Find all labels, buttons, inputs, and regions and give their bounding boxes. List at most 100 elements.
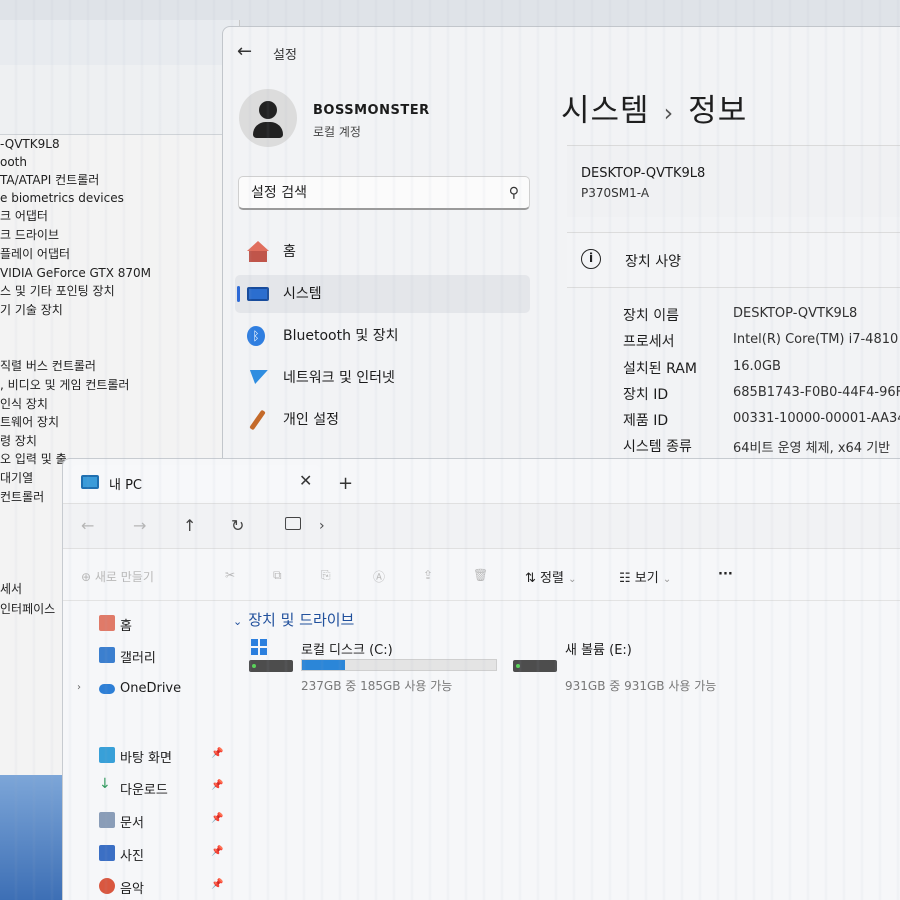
explorer-nav-onedrive[interactable]: › OneDrive	[63, 675, 223, 705]
device-tree-item[interactable]: 스 및 기타 포인팅 장치	[0, 282, 235, 300]
spec-label: 시스템 종류	[623, 439, 692, 455]
spec-value: Intel(R) Core(TM) i7-4810	[733, 332, 899, 347]
explorer-nav-home[interactable]: 홈	[63, 609, 223, 639]
view-button[interactable]: ☷ 보기 ⌄	[619, 567, 671, 586]
device-tree-item[interactable]	[0, 320, 235, 338]
back-icon[interactable]: ←	[81, 516, 94, 535]
documents-icon	[99, 812, 115, 828]
breadcrumb-current: 정보	[688, 93, 748, 129]
nav-label: 문서	[120, 816, 144, 831]
chevron-right-icon[interactable]: ›	[77, 682, 81, 693]
explorer-nav-documents[interactable]: 문서 📌	[63, 806, 223, 836]
device-tree-item[interactable]: e biometrics devices	[0, 189, 235, 207]
device-model: P370SM1-A	[581, 186, 650, 200]
device-specs-header[interactable]: i 장치 사양	[567, 232, 900, 288]
drive-free-space: 931GB 중 931GB 사용 가능	[565, 679, 717, 693]
command-bar: ⊕ 새로 만들기 ✂ ⧉ ⎘ Ⓐ ⇪ 🗑 ⇅ 정렬 ⌄ ☷ 보기 ⌄ ···	[63, 551, 900, 601]
device-tree-item[interactable]: 직렬 버스 컨트롤러	[0, 357, 235, 375]
windows-logo-icon	[251, 639, 267, 655]
spec-label: 프로세서	[623, 334, 675, 350]
settings-nav-network[interactable]: 네트워크 및 인터넷	[235, 359, 530, 397]
settings-search-input[interactable]: 설정 검색 ⚲	[238, 176, 530, 210]
nav-label: 개인 설정	[283, 412, 339, 428]
device-tree-item[interactable]: VIDIA GeForce GTX 870M	[0, 264, 235, 282]
device-tree-item[interactable]: 인식 장치	[0, 395, 235, 413]
nav-label: OneDrive	[120, 681, 182, 696]
nav-label: 홈	[283, 244, 296, 260]
nav-label: 네트워크 및 인터넷	[283, 370, 395, 386]
sort-label: 정렬	[540, 571, 564, 586]
device-tree-item[interactable]: 령 장치	[0, 432, 235, 450]
device-tree-item[interactable]: 플레이 어댑터	[0, 245, 235, 263]
drive-e[interactable]: 새 볼륨 (E:) 931GB 중 931GB 사용 가능	[513, 637, 763, 697]
spec-value: 64비트 운영 체제, x64 기반	[733, 441, 891, 456]
copy-icon[interactable]: ⧉	[273, 568, 282, 583]
user-icon-head	[259, 101, 277, 119]
cut-icon[interactable]: ✂	[225, 568, 235, 582]
new-tab-button[interactable]: +	[338, 473, 353, 494]
up-icon[interactable]: ↑	[183, 516, 196, 535]
pin-icon[interactable]: 📌	[211, 846, 223, 857]
device-tree-item[interactable]: 트웨어 장치	[0, 413, 235, 431]
device-tree-item[interactable]: 크 어댑터	[0, 207, 235, 225]
spec-value: 00331-10000-00001-AA34	[733, 411, 900, 426]
pin-icon[interactable]: 📌	[211, 748, 223, 759]
explorer-nav-music[interactable]: 음악 📌	[63, 872, 223, 900]
spec-label: 설치된 RAM	[623, 361, 697, 377]
device-tree-item[interactable]: , 비디오 및 게임 컨트롤러	[0, 376, 235, 394]
devices-drives-section-title[interactable]: ⌄ 장치 및 드라이브	[233, 609, 354, 630]
pin-icon[interactable]: 📌	[211, 879, 223, 890]
bluetooth-icon: ᛒ	[247, 326, 265, 346]
device-tree-item[interactable]: -QVTK9L8	[0, 135, 235, 153]
settings-window: ← 설정 BOSSMONSTER 로컬 계정 설정 검색 ⚲ 홈 시스템 ᛒ B…	[222, 26, 900, 466]
share-icon[interactable]: ⇪	[423, 568, 433, 582]
chevron-right-icon[interactable]: ›	[319, 518, 325, 534]
pc-icon	[81, 475, 99, 489]
breadcrumb-parent[interactable]: 시스템	[561, 93, 650, 129]
paste-icon[interactable]: ⎘	[321, 568, 331, 583]
settings-nav-home[interactable]: 홈	[235, 233, 530, 271]
back-arrow-icon[interactable]: ←	[237, 41, 252, 62]
search-icon[interactable]: ⚲	[509, 177, 519, 209]
sort-button[interactable]: ⇅ 정렬 ⌄	[525, 567, 576, 586]
delete-icon[interactable]: 🗑	[473, 568, 488, 582]
device-tree-item[interactable]: ooth	[0, 153, 235, 171]
avatar[interactable]	[239, 89, 297, 147]
pin-icon[interactable]: 📌	[211, 813, 223, 824]
explorer-nav-desktop[interactable]: 바탕 화면 📌	[63, 741, 223, 771]
address-bar: ← → ↑ ↻ ›	[63, 503, 900, 549]
explorer-nav-pictures[interactable]: 사진 📌	[63, 839, 223, 869]
chevron-down-icon: ⌄	[233, 615, 243, 628]
explorer-nav-gallery[interactable]: 갤러리	[63, 641, 223, 671]
device-tree-item[interactable]: 크 드라이브	[0, 226, 235, 244]
profile-account-type: 로컬 계정	[313, 125, 361, 139]
nav-label: 음악	[120, 882, 144, 897]
close-icon[interactable]: ✕	[299, 471, 312, 490]
drive-c[interactable]: 로컬 디스크 (C:) 237GB 중 185GB 사용 가능	[249, 637, 499, 697]
pin-icon[interactable]: 📌	[211, 780, 223, 791]
refresh-icon[interactable]: ↻	[231, 516, 244, 535]
nav-label: Bluetooth 및 장치	[283, 328, 399, 344]
device-summary-card: DESKTOP-QVTK9L8 P370SM1-A	[567, 145, 900, 217]
settings-nav-personalization[interactable]: 개인 설정	[235, 401, 530, 439]
home-icon	[247, 241, 269, 262]
pc-icon[interactable]	[285, 517, 301, 530]
drive-usage-bar	[301, 659, 497, 671]
device-tree-item[interactable]: TA/ATAPI 컨트롤러	[0, 171, 235, 189]
drive-icon	[513, 660, 557, 672]
settings-nav-system[interactable]: 시스템	[235, 275, 530, 313]
nav-label: 사진	[120, 849, 144, 864]
nav-label: 홈	[120, 619, 132, 634]
spec-label: 제품 ID	[623, 413, 669, 429]
settings-nav-bluetooth[interactable]: ᛒ Bluetooth 및 장치	[235, 317, 530, 355]
drive-name: 로컬 디스크 (C:)	[301, 643, 393, 658]
more-options-button[interactable]: ···	[718, 567, 733, 582]
explorer-nav-downloads[interactable]: ↓ 다운로드 📌	[63, 773, 223, 803]
forward-icon[interactable]: →	[133, 516, 146, 535]
rename-icon[interactable]: Ⓐ	[373, 568, 385, 585]
drive-free-space: 237GB 중 185GB 사용 가능	[301, 679, 453, 693]
new-button[interactable]: ⊕ 새로 만들기	[81, 568, 154, 585]
spec-row: 제품 ID 00331-10000-00001-AA34	[623, 410, 900, 436]
tab-this-pc[interactable]: 내 PC ✕	[71, 465, 321, 501]
device-tree-item[interactable]: 기 기술 장치	[0, 301, 235, 319]
